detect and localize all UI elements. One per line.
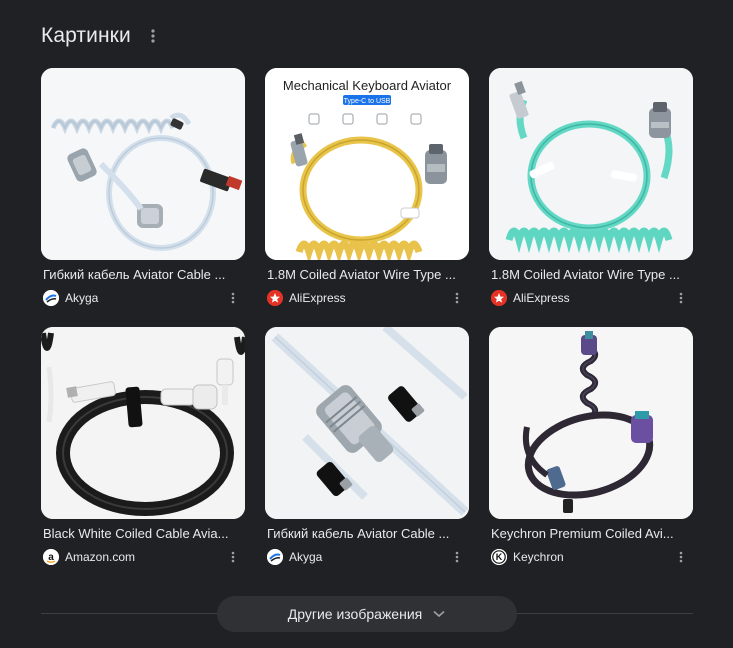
result-title[interactable]: Гибкий кабель Aviator Cable ... [41,267,241,283]
result-source-name: Akyga [289,550,323,564]
result-source[interactable]: Akyga [41,290,98,306]
images-section: Картинки Гибкий кабель Aviator Cable ...… [0,0,733,648]
result-thumbnail[interactable] [265,327,469,519]
akyga-logo-icon [43,290,59,306]
image-results-grid: Гибкий кабель Aviator Cable ... Akyga Me… [41,68,693,566]
section-title: Картинки [41,24,131,47]
result-source-name: Keychron [513,550,564,564]
svg-text:K: K [496,552,503,562]
image-headline-text: Mechanical Keyboard Aviator [283,78,452,93]
result-more-options-icon[interactable] [449,290,465,306]
chevron-down-icon [432,607,446,621]
section-more-options-icon[interactable] [143,26,163,46]
more-images-button[interactable]: Другие изображения [217,596,517,632]
result-title[interactable]: Keychron Premium Coiled Avi... [489,526,689,542]
result-source-name: Akyga [65,291,99,305]
result-source-row: a Amazon.com [41,548,245,566]
result-source-row: AliExpress [489,289,693,307]
result-title[interactable]: Гибкий кабель Aviator Cable ... [265,526,465,542]
akyga-logo-icon [267,549,283,565]
result-thumbnail[interactable]: Mechanical Keyboard Aviator Type-C to US… [265,68,469,260]
result-thumbnail[interactable] [41,327,245,519]
result-source[interactable]: AliExpress [265,290,346,306]
result-more-options-icon[interactable] [673,549,689,565]
result-more-options-icon[interactable] [449,549,465,565]
result-thumbnail[interactable] [489,68,693,260]
result-source-name: AliExpress [289,291,346,305]
image-result-card[interactable]: Гибкий кабель Aviator Cable ... Akyga [41,68,245,307]
result-more-options-icon[interactable] [225,290,241,306]
result-source-name: Amazon.com [65,550,136,564]
result-source[interactable]: AliExpress [489,290,570,306]
image-result-card[interactable]: Гибкий кабель Aviator Cable ... Akyga [265,327,469,566]
more-images-label: Другие изображения [287,606,423,622]
result-more-options-icon[interactable] [673,290,689,306]
result-source-row: Akyga [265,548,469,566]
result-source[interactable]: K Keychron [489,549,564,565]
aliexpress-logo-icon [267,290,283,306]
result-source-row: Akyga [41,289,245,307]
result-title[interactable]: Black White Coiled Cable Avia... [41,526,241,542]
image-result-card[interactable]: Black White Coiled Cable Avia... a Amazo… [41,327,245,566]
image-result-card[interactable]: Mechanical Keyboard Aviator Type-C to US… [265,68,469,307]
result-more-options-icon[interactable] [225,549,241,565]
image-tag-text: Type-C to USB [344,98,391,105]
result-source-row: K Keychron [489,548,693,566]
result-title[interactable]: 1.8M Coiled Aviator Wire Type ... [489,267,689,283]
result-title[interactable]: 1.8M Coiled Aviator Wire Type ... [265,267,465,283]
result-source[interactable]: Akyga [265,549,322,565]
result-source-name: AliExpress [513,291,570,305]
keychron-logo-icon: K [491,549,507,565]
image-result-card[interactable]: 1.8M Coiled Aviator Wire Type ... AliExp… [489,68,693,307]
amazon-logo-icon: a [43,549,59,565]
aliexpress-logo-icon [491,290,507,306]
section-header: Картинки [41,22,163,50]
image-result-card[interactable]: Keychron Premium Coiled Avi... K Keychro… [489,327,693,566]
result-thumbnail[interactable] [489,327,693,519]
result-source-row: AliExpress [265,289,469,307]
result-thumbnail[interactable] [41,68,245,260]
result-source[interactable]: a Amazon.com [41,549,135,565]
